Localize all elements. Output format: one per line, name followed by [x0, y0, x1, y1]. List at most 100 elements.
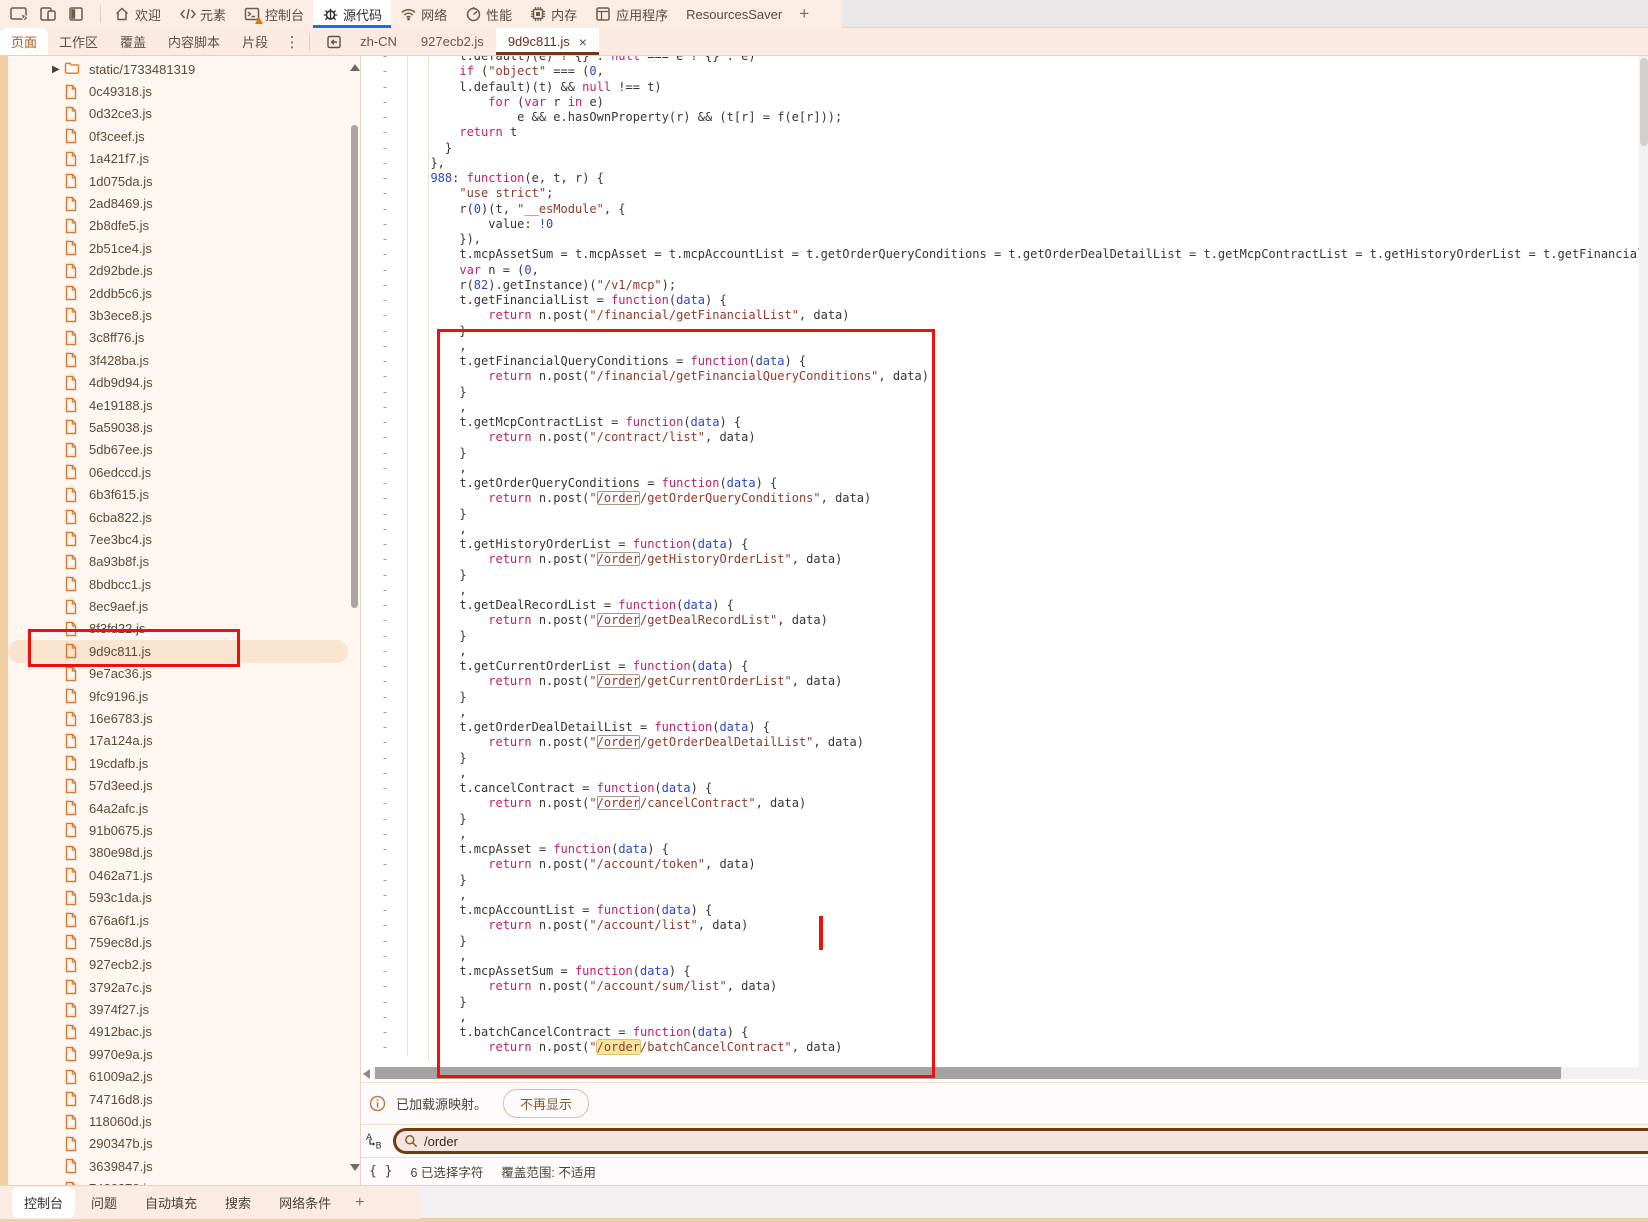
code-line[interactable]: - return n.post("/financial/getFinancial… [363, 369, 1648, 384]
tree-file-593c1da.js[interactable]: 593c1da.js [8, 886, 348, 908]
gutter-mark[interactable]: - [363, 1010, 408, 1025]
drawer-add-icon[interactable]: + [347, 1194, 372, 1212]
code-line[interactable]: - var n = (0, [363, 263, 1648, 278]
code-line[interactable]: - t.mcpAssetSum = function(data) { [363, 964, 1648, 979]
code-line[interactable]: - } [363, 385, 1648, 400]
tree-file-8f3fd22.js[interactable]: 8f3fd22.js [8, 618, 348, 640]
code-line[interactable]: - l.default)(t) && null !== t) [363, 80, 1648, 95]
gutter-mark[interactable]: - [363, 903, 408, 918]
code-line[interactable]: - return n.post("/order/getHistoryOrderL… [363, 552, 1648, 567]
code-line[interactable]: - t.getCurrentOrderList = function(data)… [363, 659, 1648, 674]
tree-file-3c8ff76.js[interactable]: 3c8ff76.js [8, 327, 348, 349]
code-line[interactable]: - , [363, 888, 1648, 903]
panel-tab-控制台[interactable]: 控制台 [235, 0, 313, 28]
gutter-mark[interactable]: - [363, 186, 408, 201]
gutter-mark[interactable]: - [363, 537, 408, 552]
gutter-mark[interactable]: - [363, 827, 408, 842]
gutter-mark[interactable]: - [363, 674, 408, 689]
code-line[interactable]: - } [363, 934, 1648, 949]
tree-file-61009a2.js[interactable]: 61009a2.js [8, 1066, 348, 1088]
tree-file-2b51ce4.js[interactable]: 2b51ce4.js [8, 237, 348, 259]
gutter-mark[interactable]: - [363, 613, 408, 628]
search-input[interactable]: /order [393, 1128, 1648, 1154]
gutter-mark[interactable]: - [363, 568, 408, 583]
navigator-tab-内容脚本[interactable]: 内容脚本 [157, 28, 231, 55]
inspect-icon[interactable] [10, 4, 30, 24]
code-vertical-scrollbar[interactable] [1639, 56, 1648, 1080]
scroll-down-icon[interactable] [350, 1164, 360, 1171]
more-options-icon[interactable]: ⋮ [279, 28, 305, 55]
tree-file-3b3ece8.js[interactable]: 3b3ece8.js [8, 304, 348, 326]
code-line[interactable]: - } [363, 507, 1648, 522]
tree-file-2b8dfe5.js[interactable]: 2b8dfe5.js [8, 215, 348, 237]
gutter-mark[interactable]: - [363, 873, 408, 888]
tree-file-380e98d.js[interactable]: 380e98d.js [8, 842, 348, 864]
gutter-mark[interactable]: - [363, 293, 408, 308]
file-tab-zh-CN[interactable]: zh-CN [348, 28, 409, 55]
code-line[interactable]: - value: !0 [363, 217, 1648, 232]
h-scrollbar-thumb[interactable] [375, 1067, 1561, 1079]
code-line[interactable]: - t.mcpAccountList = function(data) { [363, 903, 1648, 918]
gutter-mark[interactable]: - [363, 812, 408, 827]
code-line[interactable]: - return n.post("/account/token", data) [363, 857, 1648, 872]
code-line[interactable]: - return t [363, 125, 1648, 140]
code-line[interactable]: - r(0)(t, "__esModule", { [363, 202, 1648, 217]
code-line[interactable]: - r(82).getInstance)("/v1/mcp"); [363, 278, 1648, 293]
scroll-left-icon[interactable] [363, 1069, 370, 1079]
gutter-mark[interactable]: - [363, 934, 408, 949]
gutter-mark[interactable]: - [363, 202, 408, 217]
code-line[interactable]: - return n.post("/order/getDealRecordLis… [363, 613, 1648, 628]
tree-file-0c49318.js[interactable]: 0c49318.js [8, 80, 348, 102]
tree-file-2d92bde.js[interactable]: 2d92bde.js [8, 260, 348, 282]
code-line[interactable]: - t.getOrderQueryConditions = function(d… [363, 476, 1648, 491]
gutter-mark[interactable]: - [363, 583, 408, 598]
gutter-mark[interactable]: - [363, 354, 408, 369]
gutter-mark[interactable]: - [363, 781, 408, 796]
code-line[interactable]: - , [363, 1010, 1648, 1025]
gutter-mark[interactable]: - [363, 385, 408, 400]
tree-file-74716d8.js[interactable]: 74716d8.js [8, 1088, 348, 1110]
tree-file-2ddb5c6.js[interactable]: 2ddb5c6.js [8, 282, 348, 304]
gutter-mark[interactable]: - [363, 125, 408, 140]
code-line[interactable]: - , [363, 400, 1648, 415]
code-line[interactable]: - return n.post("/order/getOrderQueryCon… [363, 491, 1648, 506]
gutter-mark[interactable]: - [363, 217, 408, 232]
code-line[interactable]: - , [363, 522, 1648, 537]
hide-navigator-icon[interactable] [320, 28, 348, 55]
tree-file-7480278.js[interactable]: 7480278.js [8, 1178, 348, 1185]
file-tab-9d9c811.js[interactable]: 9d9c811.js× [496, 28, 599, 55]
gutter-mark[interactable]: - [363, 461, 408, 476]
code-line[interactable]: - l.default)(e) ? {} : null === e ? {} :… [363, 56, 1648, 64]
code-line[interactable]: - if ("object" === (0, [363, 64, 1648, 79]
tree-file-9fc9196.js[interactable]: 9fc9196.js [8, 685, 348, 707]
gutter-mark[interactable]: - [363, 1025, 408, 1040]
panel-tab-性能[interactable]: 性能 [456, 0, 521, 28]
navigator-tab-工作区[interactable]: 工作区 [48, 28, 109, 55]
tree-file-6b3f615.js[interactable]: 6b3f615.js [8, 483, 348, 505]
tree-file-5db67ee.js[interactable]: 5db67ee.js [8, 439, 348, 461]
tree-file-3f428ba.js[interactable]: 3f428ba.js [8, 349, 348, 371]
code-line[interactable]: - return n.post("/order/getOrderDealDeta… [363, 735, 1648, 750]
add-panel-button[interactable]: + [791, 4, 817, 24]
code-horizontal-scrollbar[interactable] [361, 1066, 1648, 1080]
tree-file-8bdbcc1.js[interactable]: 8bdbcc1.js [8, 573, 348, 595]
code-line[interactable]: - }), [363, 232, 1648, 247]
gutter-mark[interactable]: - [363, 705, 408, 720]
scroll-up-icon[interactable] [350, 64, 360, 71]
gutter-mark[interactable]: - [363, 751, 408, 766]
tree-file-9d9c811.js[interactable]: 9d9c811.js [8, 640, 348, 662]
tree-file-0f3ceef.js[interactable]: 0f3ceef.js [8, 125, 348, 147]
code-line[interactable]: - , [363, 827, 1648, 842]
gutter-mark[interactable]: - [363, 156, 408, 171]
tree-file-1a421f7.js[interactable]: 1a421f7.js [8, 148, 348, 170]
panel-tab-应用程序[interactable]: 应用程序 [586, 0, 677, 28]
tree-file-17a124a.js[interactable]: 17a124a.js [8, 730, 348, 752]
code-line[interactable]: - t.cancelContract = function(data) { [363, 781, 1648, 796]
gutter-mark[interactable]: - [363, 369, 408, 384]
gutter-mark[interactable]: - [363, 141, 408, 156]
gutter-mark[interactable]: - [363, 979, 408, 994]
navigator-tab-覆盖[interactable]: 覆盖 [109, 28, 157, 55]
code-line[interactable]: - } [363, 141, 1648, 156]
panel-tab-ResourcesSaver[interactable]: ResourcesSaver [677, 0, 791, 28]
gutter-mark[interactable]: - [363, 507, 408, 522]
